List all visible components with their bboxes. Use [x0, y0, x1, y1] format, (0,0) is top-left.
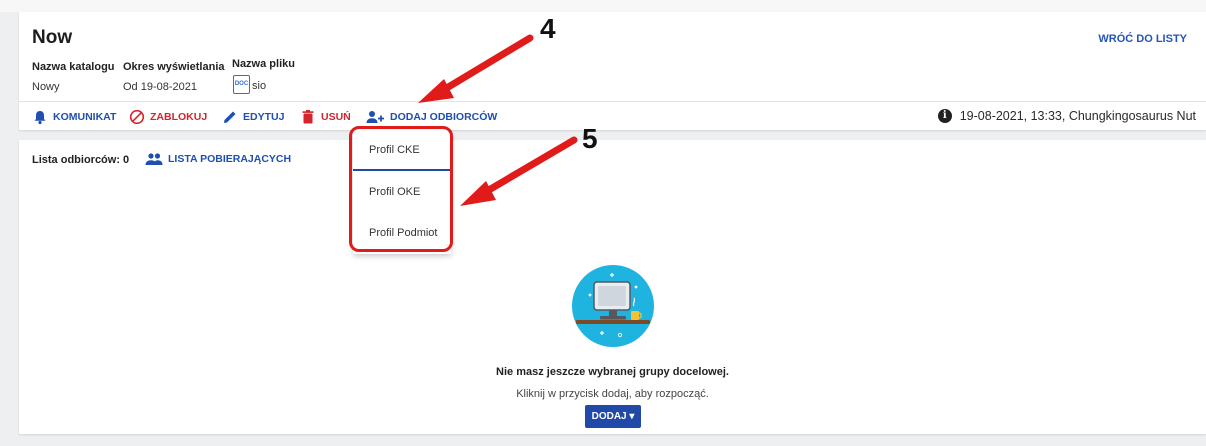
block-icon [129, 109, 145, 125]
page-title: Now [32, 27, 73, 48]
dropdown-item-profil-cke[interactable]: Profil CKE [353, 130, 451, 171]
info-icon: i [937, 109, 952, 123]
top-strip [0, 0, 1206, 12]
message-button[interactable]: KOMUNIKAT [32, 108, 116, 126]
catalog-value: Nowy [32, 81, 60, 93]
users-icon [145, 153, 163, 165]
trash-icon [302, 110, 314, 124]
back-to-list-link[interactable]: WRÓĆ DO LISTY [1098, 33, 1187, 45]
empty-state-title: Nie masz jeszcze wybranej grupy docelowe… [496, 366, 729, 378]
delete-button[interactable]: USUŃ [300, 108, 351, 126]
annotation-step-5: 5 [582, 123, 598, 154]
catalog-label: Nazwa katalogu [32, 61, 115, 73]
add-users-icon [366, 111, 384, 123]
empty-state-subtitle: Kliknij w przycisk dodaj, aby rozpocząć. [516, 388, 709, 400]
pencil-icon [224, 111, 236, 123]
edit-button[interactable]: EDYTUJ [222, 108, 284, 126]
block-label: ZABLOKUJ [150, 111, 208, 123]
dropdown-item-profil-podmiot[interactable]: Profil Podmiot [353, 212, 451, 253]
delete-label: USUŃ [321, 111, 351, 123]
annotation-step-4: 4 [540, 13, 556, 44]
downloaders-list-link[interactable]: LISTA POBIERAJĄCYCH [145, 152, 291, 166]
dropdown-item-profil-oke[interactable]: Profil OKE [353, 171, 451, 212]
add-recipients-button[interactable]: DODAJ ODBIORCÓW [366, 108, 497, 126]
recipients-card: Lista odbiorców: 0 LISTA POBIERAJĄCYCH N… [19, 140, 1206, 434]
bell-icon [34, 111, 46, 125]
downloaders-label: LISTA POBIERAJĄCYCH [168, 153, 292, 165]
file-label: Nazwa pliku [232, 58, 295, 70]
period-value: Od 19-08-2021 [123, 81, 197, 93]
block-button[interactable]: ZABLOKUJ [129, 108, 207, 126]
recipients-count: Lista odbiorców: 0 [32, 154, 130, 166]
empty-state-illustration [572, 265, 654, 347]
add-recipients-dropdown: Profil CKE Profil OKE Profil Podmiot [353, 130, 451, 254]
message-label: KOMUNIKAT [53, 111, 117, 123]
add-button[interactable]: DODAJ ▾ [585, 405, 641, 428]
info-text: 19-08-2021, 13:33, Chungkingosaurus Nut [959, 109, 1196, 123]
period-label: Okres wyświetlania [123, 61, 225, 73]
info-line: i 19-08-2021, 13:33, Chungkingosaurus Nu… [937, 109, 1196, 123]
file-name-link[interactable]: sio [252, 80, 266, 92]
add-recipients-label: DODAJ ODBIORCÓW [390, 111, 498, 123]
doc-file-icon: DOC [233, 75, 250, 94]
edit-label: EDYTUJ [243, 111, 285, 123]
toolbar-divider [19, 101, 1206, 102]
header-card: Now WRÓĆ DO LISTY Nazwa katalogu Nowy Ok… [19, 12, 1206, 130]
